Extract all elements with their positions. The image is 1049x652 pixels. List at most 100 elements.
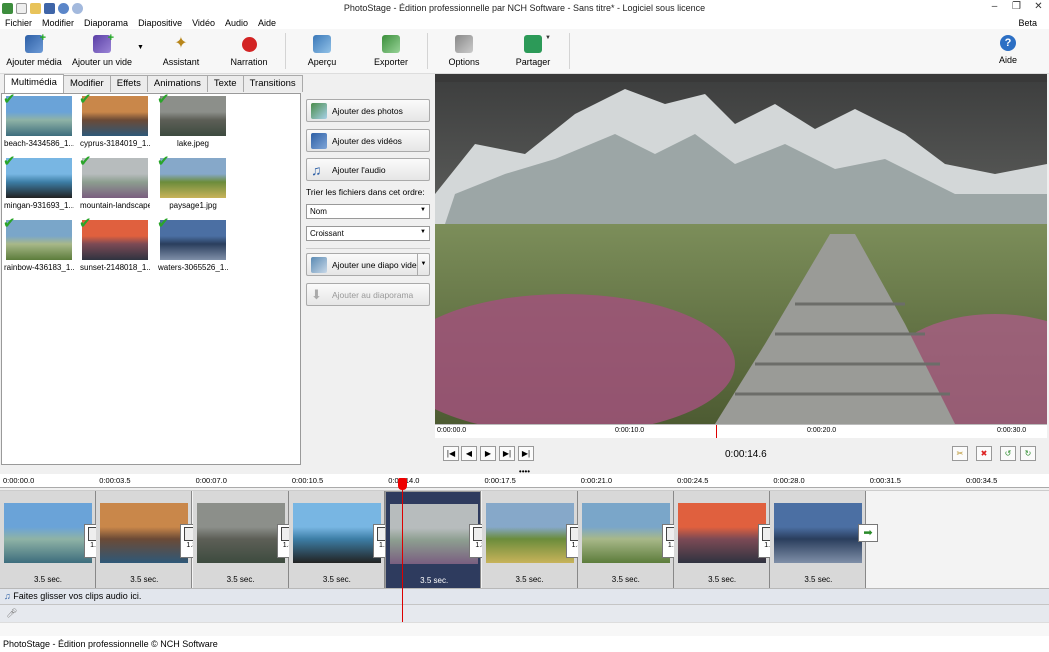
timeline-ruler[interactable]: 0:00:00.0 0:00:03.5 0:00:07.0 0:00:10.5 0:00… xyxy=(0,474,1049,488)
add-videos-button[interactable]: Ajouter des vidéos xyxy=(306,129,430,152)
go-to-end-button[interactable]: ▶| xyxy=(518,446,534,461)
go-to-start-button[interactable]: |◀ xyxy=(443,446,459,461)
timeline-clip[interactable]: 3.5 sec. xyxy=(0,491,96,589)
media-library[interactable]: ✔ beach-3434586_1... ✔ cyprus-3184019_1... ✔… xyxy=(1,92,301,465)
timeline-clip[interactable]: 3.5 sec. xyxy=(385,491,482,589)
timeline-clip[interactable]: 3.5 sec. xyxy=(577,491,674,589)
tools-icon xyxy=(455,35,473,53)
export-button[interactable]: Exporter xyxy=(366,32,416,67)
media-filename: sunset-2148018_1... xyxy=(80,263,150,272)
media-item[interactable]: ✔ waters-3065526_1... xyxy=(157,216,228,272)
timeline-playhead[interactable] xyxy=(402,478,403,622)
help-button[interactable]: ? Aide xyxy=(990,32,1026,65)
clip-thumbnail xyxy=(196,503,285,563)
timeline-tick-label: 0:00:31.5 xyxy=(869,476,901,485)
clip-duration[interactable]: 3.5 sec. xyxy=(578,575,674,584)
menu-item-modifier[interactable]: Modifier xyxy=(37,18,79,28)
assistant-button[interactable]: ✦ Assistant xyxy=(158,32,204,67)
timeline-clip[interactable]: 3.5 sec. xyxy=(674,491,771,589)
share-button[interactable]: ▼ Partager xyxy=(508,32,558,67)
preview-playhead[interactable] xyxy=(716,425,717,438)
preview-button[interactable]: Aperçu xyxy=(300,32,344,67)
media-item[interactable]: ✔ mingan-931693_1... xyxy=(3,154,74,210)
clip-thumbnail xyxy=(678,503,767,563)
tab-animations[interactable]: Animations xyxy=(146,75,208,92)
timeline-clip[interactable]: 3.5 sec. xyxy=(288,491,385,589)
media-item[interactable]: ✔ cyprus-3184019_1... xyxy=(79,92,150,148)
checkmark-icon: ✔ xyxy=(3,91,16,108)
clip-duration[interactable]: 3.5 sec. xyxy=(482,575,578,584)
media-item[interactable]: ✔ beach-3434586_1... xyxy=(3,92,74,148)
timeline-clip[interactable]: 3.5 sec. xyxy=(96,491,193,589)
menu-item-diaporama[interactable]: Diaporama xyxy=(79,18,133,28)
audio-track[interactable]: ♫ Faites glisser vos clips audio ici. xyxy=(0,588,1049,604)
restore-button[interactable]: ❐ xyxy=(1010,1,1023,13)
media-item[interactable]: ✔ rainbow-436183_1... xyxy=(3,216,74,272)
menu-item-fichier[interactable]: Fichier xyxy=(0,18,37,28)
tab-texte[interactable]: Texte xyxy=(206,75,244,92)
add-photos-button[interactable]: Ajouter des photos xyxy=(306,99,430,122)
timeline-tick-label: 0:00:17.5 xyxy=(484,476,516,485)
add-to-slideshow-button[interactable]: ⬇ Ajouter au diaporama xyxy=(306,283,430,306)
clip-duration[interactable]: 3.5 sec. xyxy=(193,575,289,584)
sort-order-select[interactable]: Croissant ▼ xyxy=(306,226,430,241)
add-blank-slide-label: Ajouter une diapo vide xyxy=(332,259,417,270)
cut-icon[interactable]: ✂ xyxy=(952,446,968,461)
clip-duration[interactable]: 3.5 sec. xyxy=(674,575,770,584)
media-item[interactable]: ✔ mountain-landscape... xyxy=(79,154,150,210)
sort-field-select[interactable]: Nom ▼ xyxy=(306,204,430,219)
step-back-button[interactable]: ◀ xyxy=(461,446,477,461)
narration-track[interactable]: 🎤︎ xyxy=(0,604,1049,622)
left-panel: Multimédia Modifier Effets Animations Texte T… xyxy=(0,74,435,467)
preview-ruler[interactable]: 0:00:00.0 0:00:10.0 0:00:20.0 0:00:30.0 xyxy=(435,424,1047,438)
menu-item-aide[interactable]: Aide xyxy=(253,18,281,28)
media-thumbnail: ✔ xyxy=(79,92,148,136)
menu-item-audio[interactable]: Audio xyxy=(220,18,253,28)
chevron-down-icon[interactable]: ▼ xyxy=(417,254,429,275)
menu-item-vidéo[interactable]: Vidéo xyxy=(187,18,220,28)
clip-thumbnail xyxy=(774,503,863,563)
clip-duration[interactable]: 3.5 sec. xyxy=(770,575,866,584)
help-label: Aide xyxy=(998,55,1017,65)
timeline-tick-label: 0:00:24.5 xyxy=(677,476,709,485)
timeline-scrollbar[interactable] xyxy=(0,622,1049,636)
options-button[interactable]: Options xyxy=(442,32,486,67)
transport-controls: |◀ ◀ ▶ ▶| ▶| 0:00:14.6 ✂ ✖ ↺ ↻ xyxy=(435,438,1047,470)
tab-modifier[interactable]: Modifier xyxy=(62,75,111,92)
add-blank-button[interactable]: + Ajouter un vide xyxy=(70,32,134,67)
media-item[interactable]: ✔ lake.jpeg xyxy=(157,92,228,148)
timecode: 0:00:14.6 xyxy=(725,449,767,460)
clip-duration[interactable]: 3.5 sec. xyxy=(96,575,192,584)
add-blank-label: Ajouter un vide xyxy=(71,57,133,67)
rotate-left-icon[interactable]: ↺ xyxy=(1000,446,1016,461)
add-photos-label: Ajouter des photos xyxy=(332,105,403,116)
minimize-button[interactable]: – xyxy=(988,1,1001,13)
timeline-clip[interactable]: 3.5 sec. xyxy=(770,491,867,589)
add-media-button[interactable]: + Ajouter média xyxy=(5,32,63,67)
clip-thumbnail xyxy=(581,503,670,563)
clip-duration[interactable]: 3.5 sec. xyxy=(289,575,385,584)
close-button[interactable]: ✕ xyxy=(1032,1,1045,13)
media-item[interactable]: ✔ paysage1.jpg xyxy=(157,154,228,210)
title-bar: PhotoStage - Édition professionnelle par… xyxy=(0,0,1049,16)
clip-duration[interactable]: 3.5 sec. xyxy=(0,575,96,584)
timeline-clip[interactable]: 3.5 sec. xyxy=(192,491,289,589)
narration-button[interactable]: Narration xyxy=(226,32,272,67)
step-forward-button[interactable]: ▶| xyxy=(499,446,515,461)
add-audio-button[interactable]: ♫ Ajouter l'audio xyxy=(306,158,430,181)
media-item[interactable]: ✔ sunset-2148018_1... xyxy=(79,216,150,272)
tab-transitions[interactable]: Transitions xyxy=(242,75,303,92)
media-filename: cyprus-3184019_1... xyxy=(80,139,150,148)
rotate-right-icon[interactable]: ↻ xyxy=(1020,446,1036,461)
add-slide-arrow-icon[interactable]: ➡ xyxy=(858,524,878,542)
add-blank-slide-button[interactable]: Ajouter une diapo vide ▼ xyxy=(306,253,430,276)
playhead-handle[interactable] xyxy=(398,478,407,490)
tab-effets[interactable]: Effets xyxy=(109,75,148,92)
menu-item-diapositive[interactable]: Diapositive xyxy=(133,18,187,28)
add-blank-dropdown[interactable]: ▼ xyxy=(137,44,144,51)
clip-duration[interactable]: 3.5 sec. xyxy=(386,576,482,585)
timeline-tick-label: 0:00:28.0 xyxy=(773,476,805,485)
timeline-clip[interactable]: 3.5 sec. xyxy=(481,491,578,589)
play-button[interactable]: ▶ xyxy=(480,446,496,461)
delete-icon[interactable]: ✖ xyxy=(976,446,992,461)
